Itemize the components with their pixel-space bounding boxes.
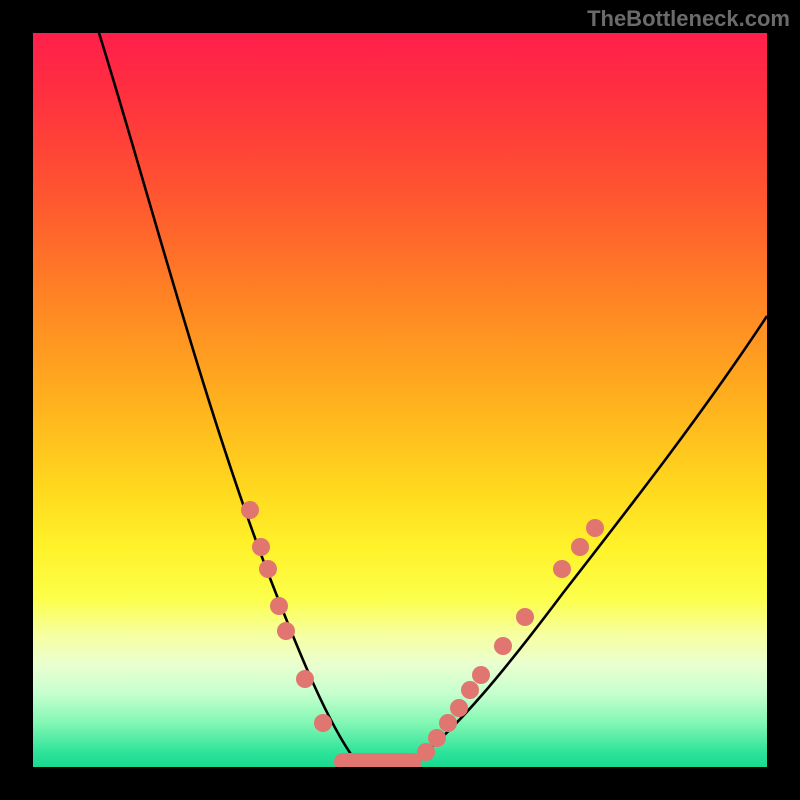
marker-valley-bar xyxy=(334,753,422,767)
marker-group xyxy=(241,501,604,767)
marker-dot xyxy=(461,681,479,699)
marker-dot xyxy=(586,519,604,537)
marker-dot xyxy=(252,538,270,556)
marker-dot xyxy=(296,670,314,688)
marker-dot xyxy=(277,622,295,640)
marker-dot xyxy=(428,729,446,747)
marker-dot xyxy=(417,743,435,761)
marker-dot xyxy=(439,714,457,732)
bottleneck-curve-left xyxy=(99,33,355,760)
marker-dot xyxy=(259,560,277,578)
marker-dot xyxy=(450,699,468,717)
chart-svg xyxy=(33,33,767,767)
plot-area xyxy=(33,33,767,767)
marker-dot xyxy=(571,538,589,556)
marker-dot xyxy=(270,597,288,615)
marker-dot xyxy=(314,714,332,732)
marker-dot xyxy=(494,637,512,655)
marker-dot xyxy=(241,501,259,519)
marker-dot xyxy=(516,608,534,626)
marker-dot xyxy=(472,666,490,684)
chart-container: TheBottleneck.com xyxy=(0,0,800,800)
watermark-text: TheBottleneck.com xyxy=(587,6,790,32)
curve-group xyxy=(99,33,767,766)
marker-dot xyxy=(553,560,571,578)
